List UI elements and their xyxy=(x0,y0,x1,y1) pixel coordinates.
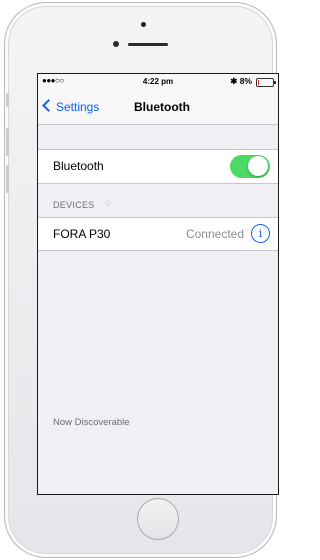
toggle-knob xyxy=(248,156,268,176)
loading-spinner-icon: ⁘ xyxy=(104,199,113,210)
bluetooth-toggle-row: Bluetooth xyxy=(38,149,278,184)
volume-down-button xyxy=(6,165,9,193)
devices-section-header: DEVICES xyxy=(53,200,95,210)
earpiece-speaker xyxy=(128,43,168,46)
device-row[interactable]: FORA P30 Connected i xyxy=(38,217,278,251)
back-button[interactable]: Settings xyxy=(42,99,100,114)
battery-level xyxy=(258,80,259,85)
mute-switch xyxy=(6,93,9,107)
volume-up-button xyxy=(6,128,9,156)
back-label: Settings xyxy=(56,100,100,114)
battery-icon xyxy=(256,78,276,87)
front-camera xyxy=(141,22,146,27)
proximity-sensor xyxy=(113,41,119,47)
phone-frame: ●●●○○ 4:22 pm ✱ 8% Settings Bluetooth Bl… xyxy=(4,2,279,558)
bluetooth-label: Bluetooth xyxy=(53,159,104,173)
bluetooth-battery-status: ✱ 8% xyxy=(230,76,252,86)
page-title: Bluetooth xyxy=(134,100,190,114)
info-icon[interactable]: i xyxy=(251,224,270,243)
chevron-left-icon xyxy=(42,99,55,112)
screen: ●●●○○ 4:22 pm ✱ 8% Settings Bluetooth Bl… xyxy=(37,73,279,495)
discoverable-text: Now Discoverable xyxy=(53,417,130,428)
navigation-bar: Settings Bluetooth xyxy=(38,90,278,125)
bluetooth-toggle[interactable] xyxy=(230,155,270,178)
home-button[interactable] xyxy=(137,498,179,540)
device-status: Connected xyxy=(185,227,244,241)
device-name: FORA P30 xyxy=(53,227,111,241)
status-bar: ●●●○○ 4:22 pm ✱ 8% xyxy=(38,74,278,90)
